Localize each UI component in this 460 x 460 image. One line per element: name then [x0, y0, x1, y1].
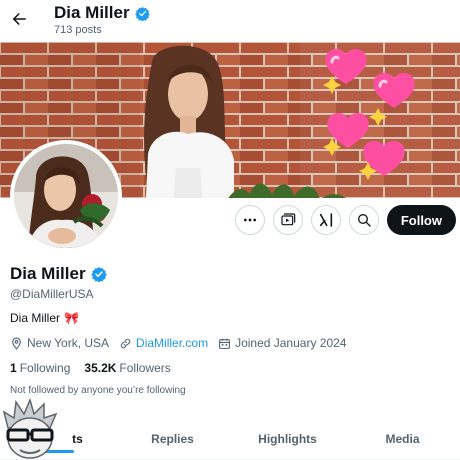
followers-count: 35.2K	[84, 361, 117, 375]
following-label: Following	[19, 361, 71, 375]
profile-joined: Joined January 2024	[218, 336, 346, 350]
profile-bio: Dia Miller 🎀	[10, 311, 79, 325]
location-text: New York, USA	[27, 336, 110, 350]
mascot-watermark-icon	[2, 398, 58, 459]
profile-avatar[interactable]	[10, 140, 122, 252]
tab-media-label: Media	[385, 431, 420, 446]
joined-text: Joined January 2024	[235, 336, 347, 350]
tab-replies[interactable]: Replies	[115, 418, 230, 459]
subscribe-camera-icon	[281, 213, 296, 226]
profile-name: Dia Miller	[10, 264, 86, 283]
follow-stats: 1 Following 35.2K Followers	[10, 361, 171, 375]
verified-badge-icon	[134, 6, 150, 21]
profile-meta: New York, USA DiaMiller.com Joined Janua…	[10, 336, 346, 350]
tab-media[interactable]: Media	[345, 418, 460, 459]
header-title-row: Dia Miller	[54, 3, 150, 23]
back-button[interactable]	[8, 8, 30, 30]
search-icon	[357, 214, 371, 227]
profile-website[interactable]: DiaMiller.com	[119, 336, 208, 350]
more-button[interactable]	[234, 205, 265, 235]
following-count: 1	[10, 361, 17, 375]
header-title: Dia Miller	[54, 3, 130, 22]
profile-name-row: Dia Miller	[10, 264, 107, 284]
tab-highlights-label: Highlights	[258, 431, 317, 446]
not-followed-notice: Not followed by anyone you’re following	[10, 385, 186, 396]
profile-actions: Follow	[234, 205, 456, 235]
heart-stickers	[323, 49, 415, 180]
profile-handle: @DiaMillerUSA	[10, 287, 94, 301]
ribbon-emoji: 🎀	[64, 311, 79, 325]
calendar-icon	[219, 338, 230, 349]
profile-tabs: ts Replies Highlights Media	[0, 418, 460, 460]
more-dots-icon	[243, 218, 256, 222]
verified-badge-icon[interactable]	[90, 266, 107, 282]
arrow-left-icon	[12, 13, 26, 25]
search-button[interactable]	[348, 205, 379, 235]
avatar-image	[14, 144, 118, 248]
grok-icon	[319, 213, 332, 227]
followers-label: Followers	[119, 361, 171, 375]
profile-header-bar: Dia Miller 713 posts	[0, 0, 460, 42]
following-link[interactable]: 1 Following	[10, 361, 70, 375]
location-pin-icon	[12, 337, 21, 350]
follow-button[interactable]: Follow	[386, 205, 456, 235]
grok-button[interactable]	[310, 205, 341, 235]
profile-location: New York, USA	[10, 336, 109, 350]
link-icon	[120, 338, 131, 348]
tab-posts-label: ts	[72, 431, 83, 446]
bio-text: Dia Miller	[10, 311, 61, 325]
tab-replies-label: Replies	[151, 431, 194, 446]
header-posts-count: 713 posts	[54, 24, 102, 36]
followers-link[interactable]: 35.2K Followers	[84, 361, 170, 375]
subscribe-button[interactable]	[272, 205, 303, 235]
website-link[interactable]: DiaMiller.com	[136, 336, 208, 350]
tab-highlights[interactable]: Highlights	[230, 418, 345, 459]
